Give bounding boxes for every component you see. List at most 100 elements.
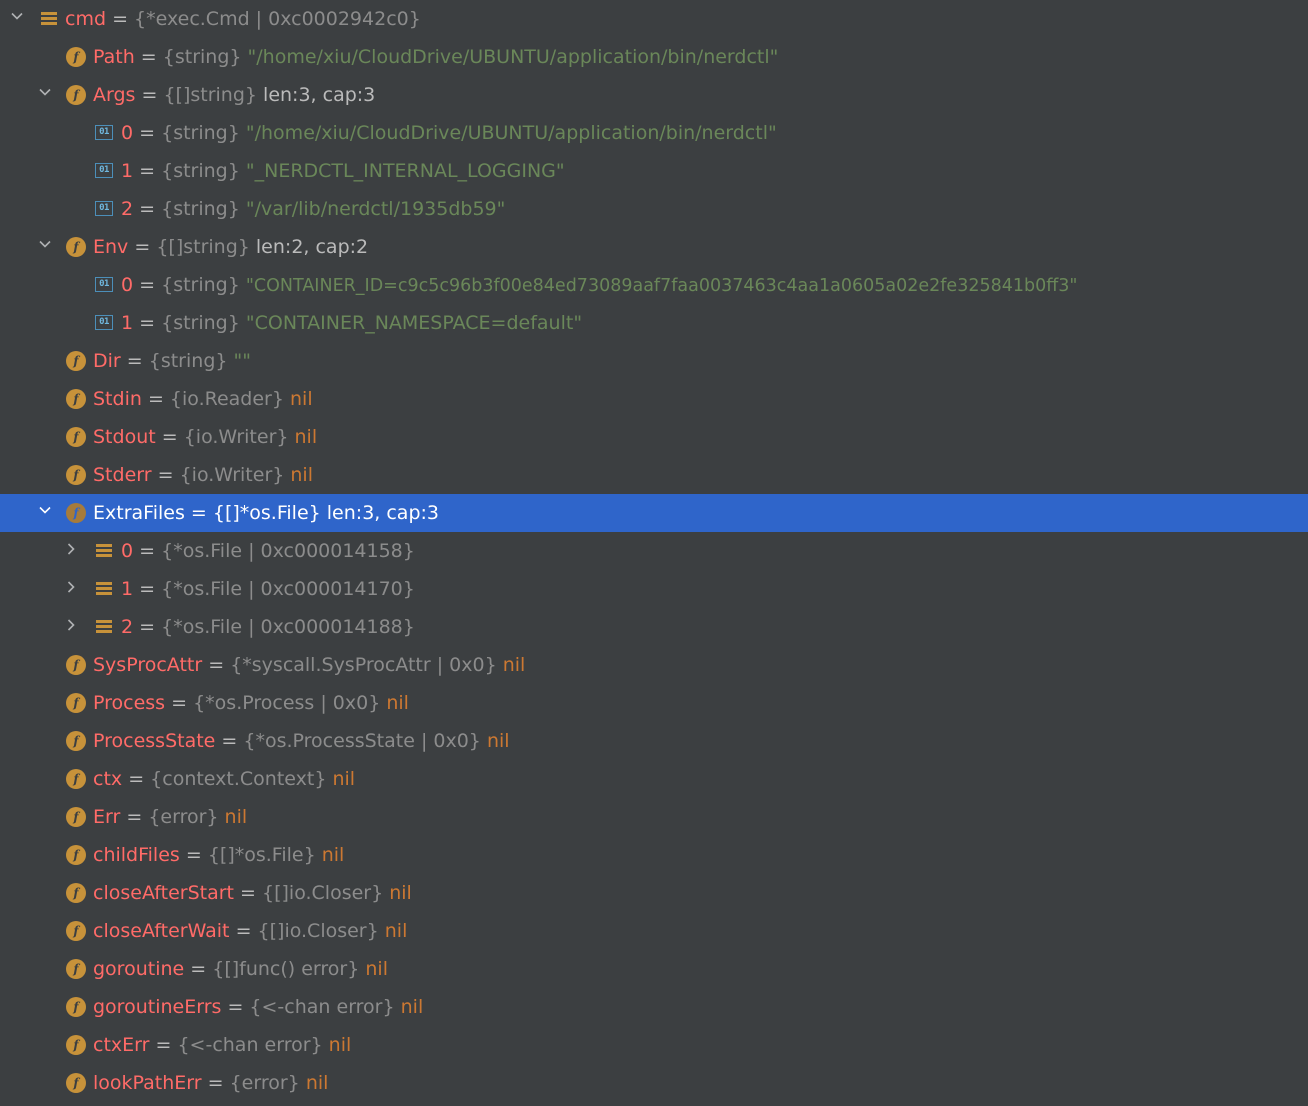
var-name: Args [93,84,136,106]
var-type: {*os.File | 0xc000014188} [161,616,415,638]
var-name: Stderr [93,464,152,486]
chevron-down-icon[interactable] [39,88,51,97]
var-type: {string} [161,274,240,296]
var-type: {context.Context} [150,768,327,790]
chevron-right-icon[interactable] [67,619,76,631]
field-icon: f [66,997,86,1017]
tree-row-env-0[interactable]: 01 0 = {string} "CONTAINER_ID=c9c5c96b3f… [0,266,1308,304]
var-name: 2 [121,198,134,220]
array-element-icon: 01 [95,201,113,216]
var-type: {io.Writer} [183,426,289,448]
array-element-icon: 01 [95,315,113,330]
field-icon: f [66,731,86,751]
equals-sign: = [134,236,151,258]
equals-sign: = [126,350,143,372]
var-type: {*exec.Cmd | 0xc0002942c0} [134,8,421,30]
var-value: nil [389,882,412,904]
equals-sign: = [240,882,256,904]
var-value: "/var/lib/nerdctl/1935db59" [245,198,506,220]
tree-row-args-1[interactable]: 01 1 = {string} "_NERDCTL_INTERNAL_LOGGI… [0,152,1308,190]
var-name: 0 [121,540,134,562]
tree-row-extrafiles-1[interactable]: 1 = {*os.File | 0xc000014170} [0,570,1308,608]
tree-row-path[interactable]: f Path = {string} "/home/xiu/CloudDrive/… [0,38,1308,76]
tree-row-sysprocattr[interactable]: f SysProcAttr = {*syscall.SysProcAttr | … [0,646,1308,684]
chevron-right-icon[interactable] [67,543,76,555]
chevron-down-icon[interactable] [39,506,51,515]
equals-sign: = [147,388,164,410]
chevron-down-icon[interactable] [39,240,51,249]
variables-tree: cmd = {*exec.Cmd | 0xc0002942c0} f Path … [0,0,1308,1106]
var-name: 1 [121,160,134,182]
var-name: goroutine [93,958,185,980]
tree-row-env[interactable]: f Env = {[]string} len:2, cap:2 [0,228,1308,266]
var-value: "_NERDCTL_INTERNAL_LOGGING" [245,160,565,182]
var-type: {[]string} [163,84,257,106]
tree-row-err[interactable]: f Err = {error} nil [0,798,1308,836]
equals-sign: = [171,692,188,714]
var-type: {[]func() error} [212,958,360,980]
var-name: 2 [121,616,134,638]
var-name: 0 [121,274,134,296]
field-icon: f [66,959,86,979]
var-type: {*os.File | 0xc000014170} [161,578,415,600]
var-name: lookPathErr [93,1072,202,1094]
var-type: {[]io.Closer} [262,882,384,904]
var-type: {io.Writer} [179,464,285,486]
tree-row-stdout[interactable]: f Stdout = {io.Writer} nil [0,418,1308,456]
tree-row-lookpatherr[interactable]: f lookPathErr = {error} nil [0,1064,1308,1102]
var-name: Env [93,236,129,258]
var-type: {io.Reader} [169,388,284,410]
var-name: 0 [121,122,134,144]
tree-row-args-0[interactable]: 01 0 = {string} "/home/xiu/CloudDrive/UB… [0,114,1308,152]
tree-row-stdin[interactable]: f Stdin = {io.Reader} nil [0,380,1308,418]
tree-row-stderr[interactable]: f Stderr = {io.Writer} nil [0,456,1308,494]
var-type: {<-chan error} [177,1034,323,1056]
array-element-icon: 01 [95,277,113,292]
tree-row-dir[interactable]: f Dir = {string} "" [0,342,1308,380]
tree-row-goroutine[interactable]: f goroutine = {[]func() error} nil [0,950,1308,988]
equals-sign: = [157,464,174,486]
tree-row-extrafiles[interactable]: f ExtraFiles = {[]*os.File} len:3, cap:3 [0,494,1308,532]
var-name: Stdout [93,426,156,448]
var-value: len:2, cap:2 [255,236,369,258]
equals-sign: = [139,122,156,144]
var-name: ExtraFiles [93,502,185,524]
var-value: nil [365,958,388,980]
equals-sign: = [128,768,145,790]
tree-row-extrafiles-0[interactable]: 0 = {*os.File | 0xc000014158} [0,532,1308,570]
tree-row-cmd[interactable]: cmd = {*exec.Cmd | 0xc0002942c0} [0,0,1308,38]
var-name: Dir [93,350,121,372]
tree-row-goroutineerrs[interactable]: f goroutineErrs = {<-chan error} nil [0,988,1308,1026]
struct-icon [96,582,112,597]
tree-row-childfiles[interactable]: f childFiles = {[]*os.File} nil [0,836,1308,874]
field-icon: f [66,503,86,523]
var-value: nil [328,1034,352,1056]
tree-row-closeafterstart[interactable]: f closeAfterStart = {[]io.Closer} nil [0,874,1308,912]
field-icon: f [66,807,86,827]
field-icon: f [66,1035,86,1055]
tree-row-extrafiles-2[interactable]: 2 = {*os.File | 0xc000014188} [0,608,1308,646]
var-value: "/home/xiu/CloudDrive/UBUNTU/application… [247,46,779,68]
equals-sign: = [139,274,156,296]
tree-row-ctx[interactable]: f ctx = {context.Context} nil [0,760,1308,798]
tree-row-processstate[interactable]: f ProcessState = {*os.ProcessState | 0x0… [0,722,1308,760]
chevron-down-icon[interactable] [11,12,23,21]
var-type: {string} [162,46,242,68]
array-element-icon: 01 [95,163,113,178]
equals-sign: = [139,578,156,600]
tree-row-closeafterwait[interactable]: f closeAfterWait = {[]io.Closer} nil [0,912,1308,950]
tree-row-env-1[interactable]: 01 1 = {string} "CONTAINER_NAMESPACE=def… [0,304,1308,342]
field-icon: f [66,655,86,675]
var-type: {[]string} [156,236,250,258]
equals-sign: = [235,920,252,942]
tree-row-args[interactable]: f Args = {[]string} len:3, cap:3 [0,76,1308,114]
struct-icon [41,12,57,27]
var-value: nil [386,692,409,714]
var-value: len:3, cap:3 [326,502,439,524]
chevron-right-icon[interactable] [67,581,76,593]
equals-sign: = [139,198,156,220]
tree-row-process[interactable]: f Process = {*os.Process | 0x0} nil [0,684,1308,722]
tree-row-args-2[interactable]: 01 2 = {string} "/var/lib/nerdctl/1935db… [0,190,1308,228]
tree-row-ctxerr[interactable]: f ctxErr = {<-chan error} nil [0,1026,1308,1064]
var-type: {[]io.Closer} [257,920,379,942]
